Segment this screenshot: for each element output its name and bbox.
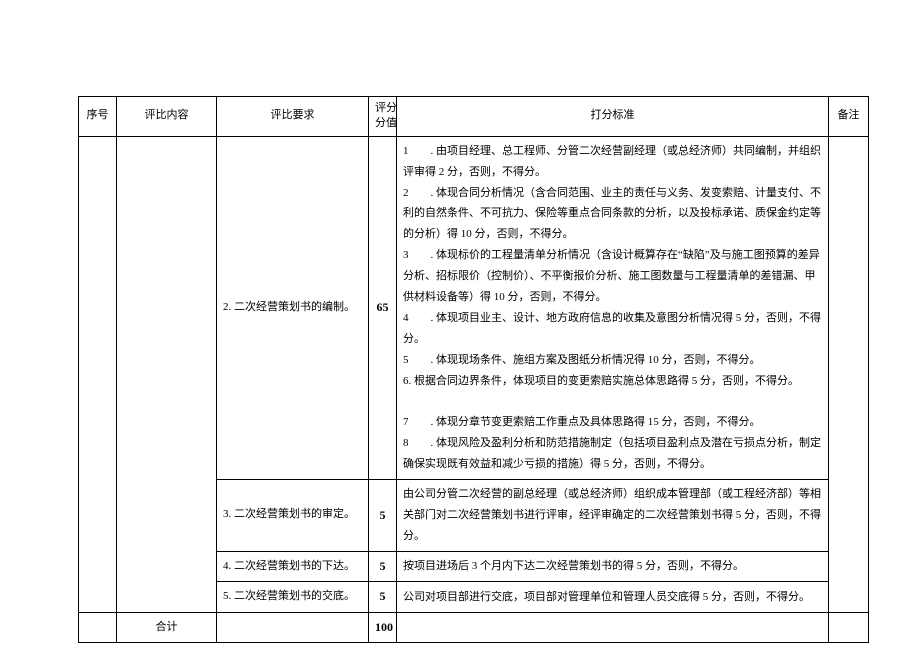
scoring-table: 序号 评比内容 评比要求 评分 分值 打分标准 备注 2. 二次经营策划书的编制… bbox=[78, 96, 869, 643]
total-req bbox=[217, 612, 369, 643]
table-row: 2. 二次经营策划书的编制。 65 1 . 由项目经理、总工程师、分管二次经营副… bbox=[79, 136, 869, 479]
table-header-row: 序号 评比内容 评比要求 评分 分值 打分标准 备注 bbox=[79, 97, 869, 137]
header-seq: 序号 bbox=[79, 97, 117, 137]
cell-std: 1 . 由项目经理、总工程师、分管二次经营副经理（或总经济师）共同编制，并组织评… bbox=[397, 136, 829, 479]
header-req: 评比要求 bbox=[217, 97, 369, 137]
header-std: 打分标准 bbox=[397, 97, 829, 137]
header-remark: 备注 bbox=[829, 97, 869, 137]
total-seq bbox=[79, 612, 117, 643]
header-content: 评比内容 bbox=[117, 97, 217, 137]
cell-content bbox=[117, 136, 217, 612]
cell-remark bbox=[829, 136, 869, 612]
cell-score: 5 bbox=[369, 480, 397, 552]
cell-req: 2. 二次经营策划书的编制。 bbox=[217, 136, 369, 479]
total-std bbox=[397, 612, 829, 643]
document-page: 序号 评比内容 评比要求 评分 分值 打分标准 备注 2. 二次经营策划书的编制… bbox=[0, 0, 920, 651]
cell-score: 5 bbox=[369, 551, 397, 582]
cell-std: 公司对项目部进行交底，项目部对管理单位和管理人员交底得 5 分，否则，不得分。 bbox=[397, 582, 829, 613]
total-remark bbox=[829, 612, 869, 643]
total-score: 100 bbox=[369, 612, 397, 643]
total-label: 合计 bbox=[117, 612, 217, 643]
cell-std: 由公司分管二次经营的副总经理（或总经济师）组织成本管理部（或工程经济部）等相关部… bbox=[397, 480, 829, 552]
header-score: 评分 分值 bbox=[369, 97, 397, 137]
table-total-row: 合计 100 bbox=[79, 612, 869, 643]
cell-req: 4. 二次经营策划书的下达。 bbox=[217, 551, 369, 582]
cell-std: 按项目进场后 3 个月内下达二次经营策划书的得 5 分，否则，不得分。 bbox=[397, 551, 829, 582]
cell-seq bbox=[79, 136, 117, 612]
cell-score: 5 bbox=[369, 582, 397, 613]
cell-req: 5. 二次经营策划书的交底。 bbox=[217, 582, 369, 613]
cell-score: 65 bbox=[369, 136, 397, 479]
cell-req: 3. 二次经营策划书的审定。 bbox=[217, 480, 369, 552]
